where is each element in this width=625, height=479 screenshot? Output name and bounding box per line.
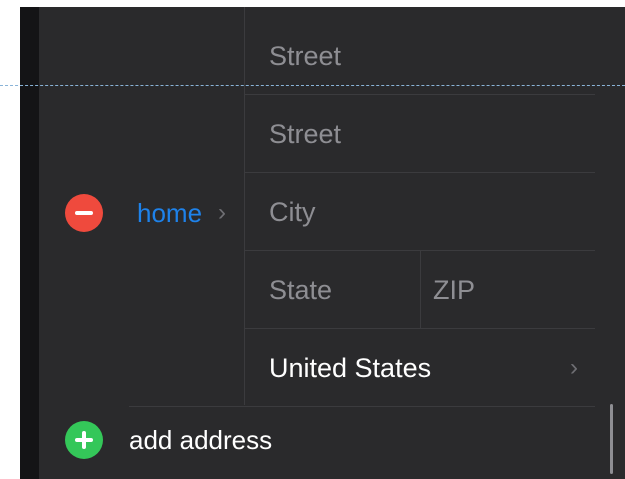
state-field[interactable]: State bbox=[269, 277, 332, 304]
minus-circle-icon bbox=[75, 211, 93, 215]
city-field[interactable]: City bbox=[269, 199, 316, 226]
zip-field[interactable]: ZIP bbox=[433, 277, 475, 304]
divider bbox=[245, 172, 595, 173]
screen: Street Street home › City State ZIP Unit… bbox=[0, 0, 625, 479]
dashed-guide-line bbox=[0, 85, 625, 86]
state-zip-divider bbox=[420, 251, 421, 328]
address-label-button[interactable]: home bbox=[137, 200, 202, 226]
remove-address-button[interactable] bbox=[65, 194, 103, 232]
add-address-label[interactable]: add address bbox=[129, 427, 272, 453]
left-edge-strip bbox=[20, 7, 39, 479]
country-selector[interactable]: United States bbox=[269, 355, 431, 382]
divider bbox=[129, 406, 595, 407]
street-1-field[interactable]: Street bbox=[269, 43, 341, 70]
scrollbar[interactable] bbox=[610, 404, 613, 474]
divider bbox=[245, 328, 595, 329]
street-2-field[interactable]: Street bbox=[269, 121, 341, 148]
address-editor-panel bbox=[39, 7, 625, 479]
add-address-button[interactable] bbox=[65, 421, 103, 459]
label-column-divider bbox=[244, 7, 245, 405]
divider bbox=[245, 94, 595, 95]
plus-vertical-stroke bbox=[82, 431, 86, 449]
chevron-right-icon: › bbox=[570, 354, 578, 381]
chevron-right-icon: › bbox=[218, 199, 226, 226]
